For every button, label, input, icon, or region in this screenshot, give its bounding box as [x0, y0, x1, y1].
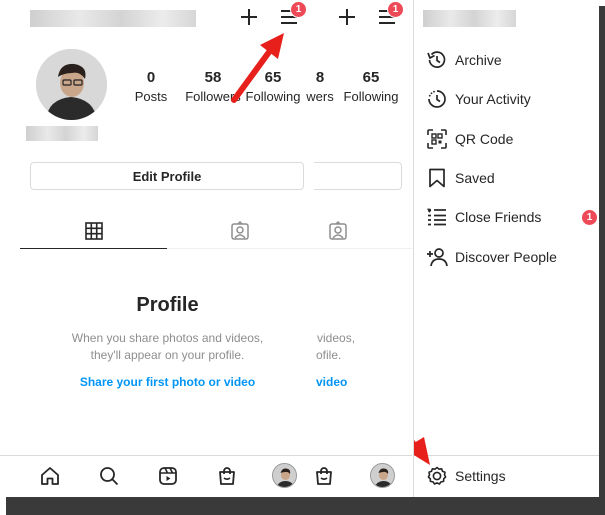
menu-label-discover-people: Discover People	[455, 249, 557, 265]
reels-icon[interactable]	[156, 464, 180, 488]
following-count-ghost: 65	[362, 69, 380, 86]
posts-label: Posts	[134, 89, 168, 104]
followers-count-ghost: 8	[315, 69, 325, 86]
grid-tab-icon[interactable]	[83, 220, 105, 242]
empty-state-line1-ghost: videos,	[317, 331, 356, 345]
bookmark-icon	[426, 167, 448, 189]
bottom-navigation	[0, 455, 412, 497]
drop-shadow-bottom	[6, 497, 605, 515]
profile-avatar[interactable]	[36, 49, 107, 120]
menu-label-close-friends: Close Friends	[455, 209, 542, 225]
posts-stat[interactable]: 0 Posts	[129, 69, 173, 105]
red-arrow-to-settings	[414, 437, 430, 465]
edit-profile-button-ghost	[314, 162, 402, 190]
followers-label-ghost: wers	[306, 89, 334, 104]
close-friends-badge: 1	[581, 209, 598, 226]
menu-item-settings[interactable]: Settings	[414, 458, 599, 494]
new-post-plus-icon-ghost[interactable]	[336, 6, 358, 28]
empty-state-line2: they'll appear on your profile.	[90, 348, 245, 362]
profile-nav-avatar-ghost	[370, 463, 395, 488]
profile-nav-avatar[interactable]	[272, 463, 297, 488]
menu-notification-badge-ghost: 1	[387, 1, 404, 18]
menu-item-saved[interactable]: Saved	[414, 160, 599, 196]
blurred-username	[30, 10, 196, 27]
menu-item-close-friends[interactable]: Close Friends 1	[414, 199, 599, 235]
menu-item-qr-code[interactable]: QR Code	[414, 121, 599, 157]
activity-icon	[426, 88, 448, 110]
menu-drawer: Archive Your Activity QR Code Saved Clos	[413, 0, 599, 497]
tagged-tab-icon-ghost	[327, 220, 349, 242]
menu-item-discover-people[interactable]: Discover People	[414, 239, 599, 275]
add-person-icon	[426, 246, 448, 268]
share-first-photo-link[interactable]: Share your first photo or video	[20, 375, 315, 389]
tagged-tab-icon[interactable]	[229, 220, 251, 242]
qr-code-icon	[426, 128, 448, 150]
blurred-display-name	[26, 126, 98, 141]
menu-notification-badge: 1	[290, 1, 307, 18]
settings-gear-icon	[426, 465, 448, 487]
menu-label-archive: Archive	[455, 52, 502, 68]
tab-divider	[167, 248, 412, 249]
posts-count: 0	[146, 69, 156, 86]
followers-stat-ghost: 8 wers	[304, 69, 336, 105]
empty-state-line1: When you share photos and videos,	[71, 331, 264, 345]
following-label-ghost: Following	[343, 89, 399, 104]
shop-icon-ghost	[312, 464, 336, 488]
menu-item-archive[interactable]: Archive	[414, 42, 599, 78]
home-icon[interactable]	[38, 464, 62, 488]
red-arrow-to-menu	[231, 33, 284, 103]
menu-item-your-activity[interactable]: Your Activity	[414, 81, 599, 117]
new-post-plus-icon[interactable]	[238, 6, 260, 28]
settings-divider	[414, 455, 599, 456]
menu-label-saved: Saved	[455, 170, 495, 186]
drop-shadow-right	[598, 6, 605, 515]
share-first-photo-link-ghost: video	[316, 375, 348, 389]
menu-label-qr-code: QR Code	[455, 131, 514, 147]
close-friends-icon	[426, 206, 448, 228]
edit-profile-button[interactable]: Edit Profile	[30, 162, 304, 190]
shop-icon[interactable]	[215, 464, 239, 488]
active-tab-indicator	[20, 248, 167, 249]
empty-state-title: Profile	[136, 294, 199, 316]
empty-state-line2-ghost: ofile.	[316, 348, 342, 362]
menu-label-your-activity: Your Activity	[455, 91, 531, 107]
profile-screen: 1 1 0 Posts 58 Followers 65 Following 8 …	[0, 0, 412, 497]
menu-label-settings: Settings	[455, 468, 506, 484]
screenshot-frame: 1 1 0 Posts 58 Followers 65 Following 8 …	[0, 0, 605, 515]
following-stat-ghost: 65 Following	[342, 69, 400, 105]
archive-icon	[426, 49, 448, 71]
blurred-drawer-username	[423, 10, 516, 27]
search-icon[interactable]	[97, 464, 121, 488]
